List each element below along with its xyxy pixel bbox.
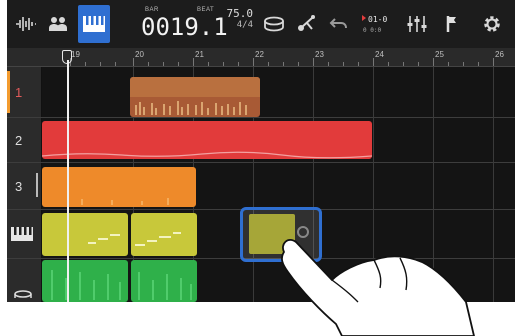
ruler-bar-23: 23 — [315, 50, 324, 59]
flag-icon — [446, 16, 456, 32]
midi-notes-graphic — [88, 234, 120, 244]
mixer-people-icon — [49, 17, 67, 31]
midi-notes-graphic — [135, 232, 181, 246]
track-1[interactable]: 1 — [7, 67, 515, 117]
drum-icon — [264, 16, 284, 32]
drum-region-track-5-a[interactable] — [42, 260, 128, 302]
track-header-4[interactable] — [7, 210, 41, 258]
drum-hits-graphic — [138, 272, 192, 300]
track-header-1[interactable]: 1 — [7, 67, 41, 117]
midi-region-track-4-b[interactable] — [131, 213, 197, 256]
faders-icon — [407, 16, 427, 32]
piano-keyboard-icon — [11, 227, 33, 241]
metronome-button[interactable] — [291, 6, 321, 42]
drum-hits-graphic — [51, 270, 121, 300]
flag-button[interactable] — [437, 6, 467, 42]
settings-button[interactable] — [477, 6, 507, 42]
waveform-view-button[interactable] — [11, 6, 41, 42]
tempo-display[interactable]: 75.0 4/4 — [225, 7, 254, 31]
mixer-people-button[interactable] — [43, 6, 73, 42]
counter-value: 0019.1 — [141, 13, 228, 41]
ruler-bar-19: 19 — [71, 50, 80, 59]
piano-keyboard-icon — [83, 16, 105, 32]
drum-button[interactable] — [259, 6, 289, 42]
track-number-1: 1 — [15, 84, 23, 100]
midi-region-track-4-a[interactable] — [42, 213, 128, 256]
audio-region-track-1[interactable] — [130, 77, 260, 117]
waveform-graphic — [42, 151, 372, 159]
timeline-ruler[interactable]: 19 20 21 22 23 24 25 26 — [42, 48, 515, 67]
hand-pointer-icon — [281, 239, 475, 336]
waveform-icon — [16, 17, 36, 31]
ruler-bar-22: 22 — [255, 50, 264, 59]
track-number-3: 3 — [15, 178, 23, 194]
drum-region-track-5-b[interactable] — [131, 260, 197, 302]
faders-button[interactable] — [402, 6, 432, 42]
metronome-icon — [298, 15, 315, 31]
undo-button[interactable] — [324, 6, 354, 42]
tempo-bpm: 75.0 — [226, 7, 254, 20]
ruler-bar-25: 25 — [435, 50, 444, 59]
playhead-line — [67, 60, 69, 302]
marker-bottom-text: 0 0:0 — [363, 27, 381, 34]
position-counter[interactable]: BAR BEAT 0019.1 — [137, 6, 228, 42]
waveform-graphic — [130, 77, 260, 115]
track-header-2[interactable]: 2 — [7, 118, 41, 162]
ruler-bar-21: 21 — [195, 50, 204, 59]
track-number-2: 2 — [15, 132, 23, 148]
marker-button[interactable]: 01-0 0 0:0 — [357, 6, 391, 42]
marker-top-text: 01-0 — [368, 15, 387, 24]
marker-icon: 01-0 0 0:0 — [362, 15, 387, 34]
ruler-bar-26: 26 — [495, 50, 504, 59]
audio-region-track-3[interactable] — [42, 167, 196, 207]
track-header-5[interactable] — [7, 259, 41, 302]
ruler-bar-24: 24 — [375, 50, 384, 59]
time-signature: 4/4 — [236, 20, 253, 30]
waveform-graphic — [81, 198, 169, 205]
undo-icon — [329, 18, 347, 29]
audio-region-track-2[interactable] — [42, 121, 372, 159]
piano-roll-button[interactable] — [78, 5, 110, 43]
track-header-3[interactable]: 3 — [7, 163, 41, 209]
track-lane-1[interactable] — [42, 67, 515, 117]
toolbar: BAR BEAT 0019.1 75.0 4/4 01-0 0 0:0 — [7, 0, 515, 48]
ruler-corner — [7, 48, 42, 67]
drum-icon — [14, 290, 32, 298]
ruler-bar-20: 20 — [135, 50, 144, 59]
gear-icon — [484, 16, 500, 32]
